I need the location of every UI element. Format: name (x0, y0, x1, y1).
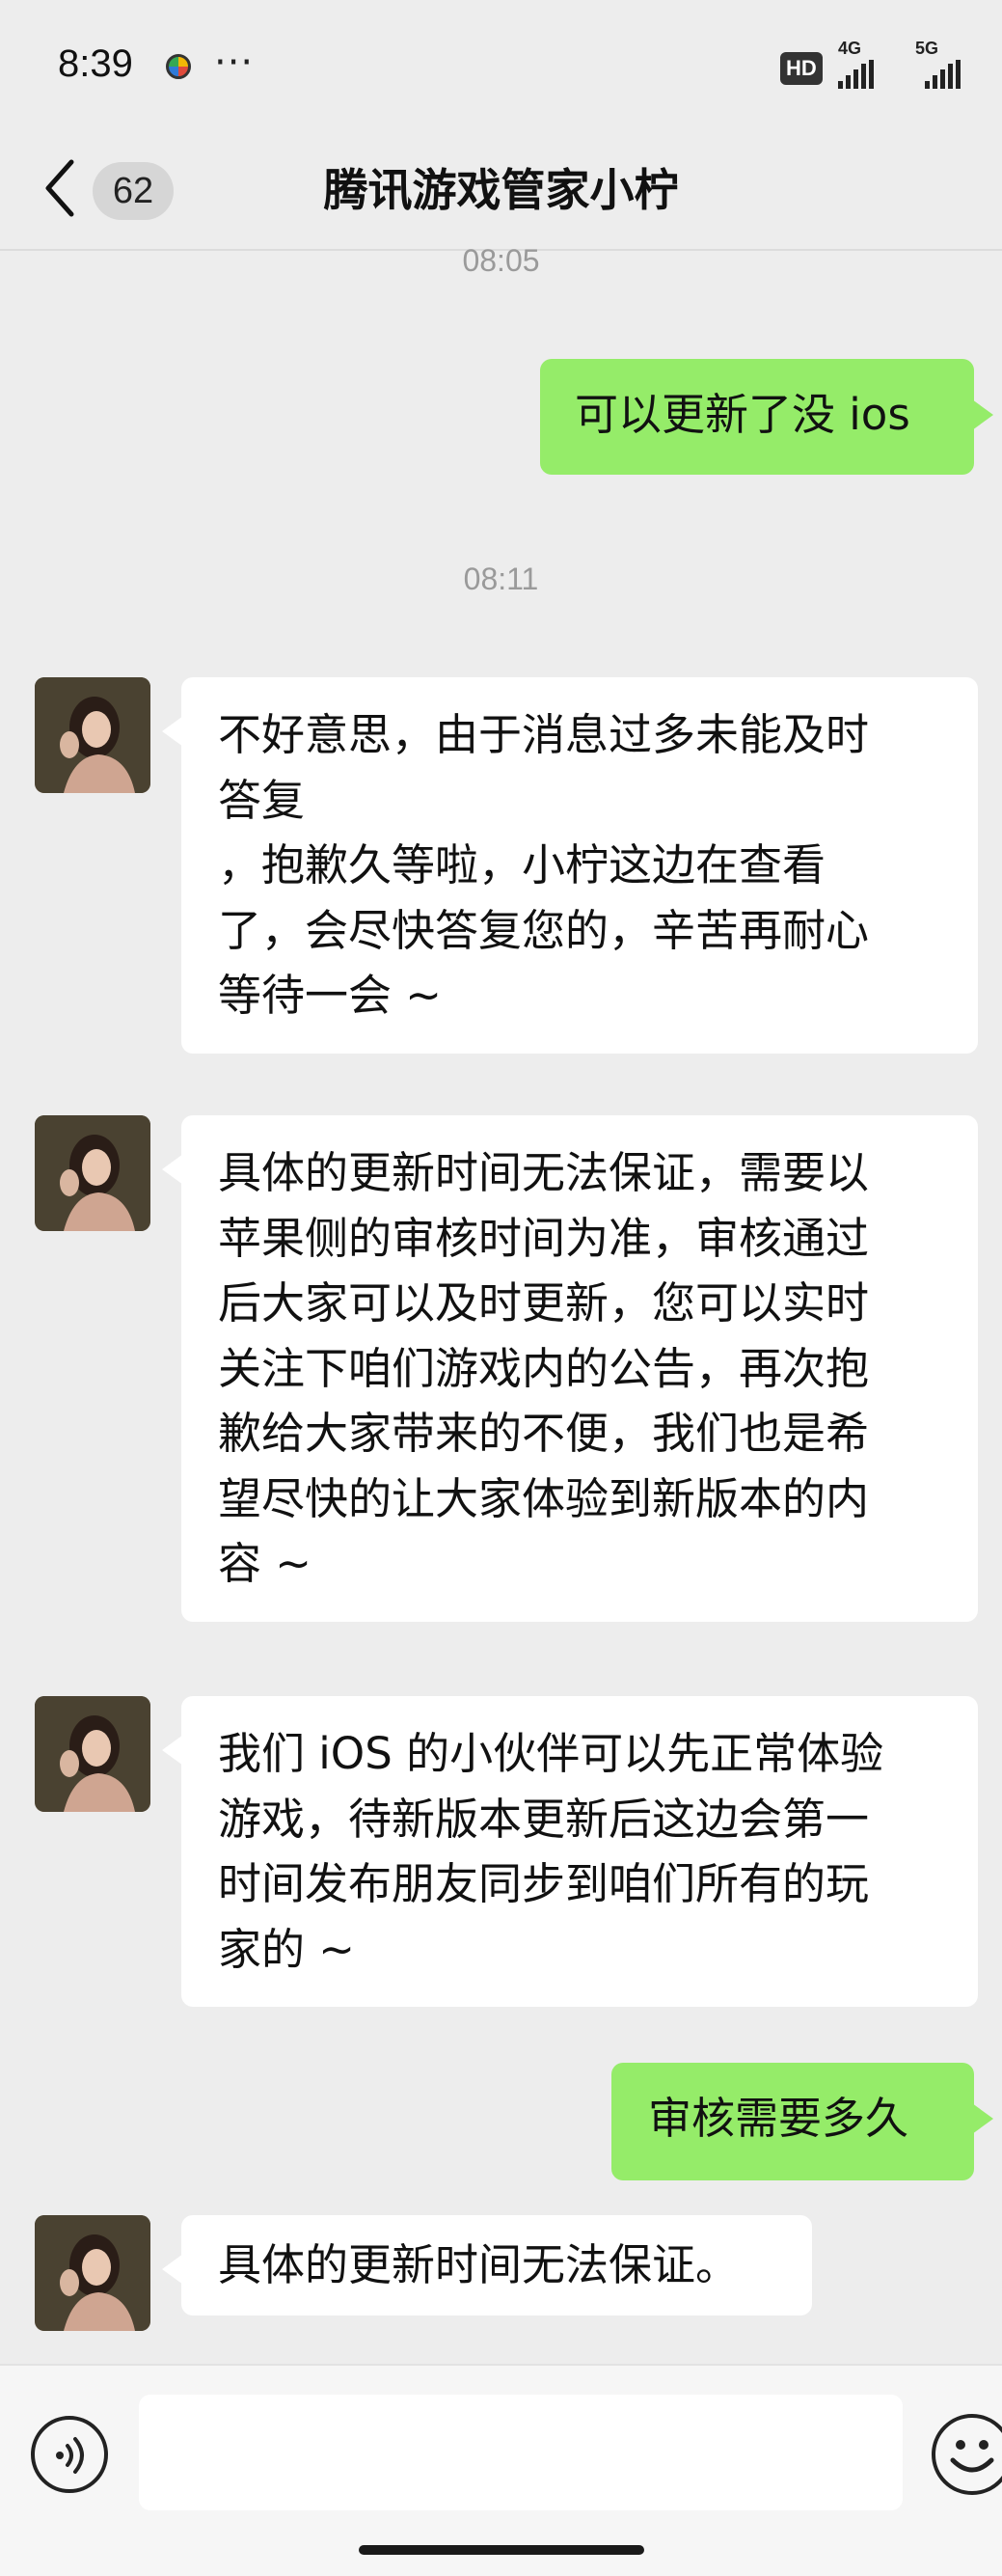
outgoing-message[interactable]: 审核需要多久 (611, 2063, 993, 2180)
message-line: 容 ~ (218, 1538, 312, 1589)
message-line: 后大家可以及时更新，您可以实时 (218, 1277, 870, 1329)
chat-title: 腾讯游戏管家小柠 (323, 164, 679, 216)
avatar-image (35, 1696, 150, 1812)
message-line: 答复 (218, 774, 306, 826)
input-bar (0, 2364, 1002, 2576)
emoji-button[interactable] (932, 2414, 1002, 2495)
incoming-message[interactable]: 具体的更新时间无法保证。 (162, 2215, 812, 2316)
incoming-message[interactable]: 具体的更新时间无法保证，需要以 苹果侧的审核时间为准，审核通过 后大家可以及时更… (162, 1115, 978, 1622)
message-line: 望尽快的让大家体验到新版本的内 (218, 1472, 870, 1524)
avatar[interactable] (35, 1696, 150, 1812)
avatar-image (35, 2215, 150, 2331)
message-line: 具体的更新时间无法保证。 (218, 2239, 740, 2290)
unread-count-badge[interactable]: 62 (93, 162, 174, 220)
voice-button[interactable] (31, 2416, 108, 2493)
status-bar: 8:39 ··· HD 4G 5G (0, 0, 1002, 135)
message-line: 关注下咱们游戏内的公告，再次抱 (218, 1342, 870, 1394)
message-text: 可以更新了没 ios (575, 389, 910, 440)
message-text: 审核需要多久 (648, 2093, 909, 2144)
avatar-image (35, 1115, 150, 1231)
outgoing-message[interactable]: 可以更新了没 ios (540, 359, 993, 475)
message-line: 不好意思，由于消息过多未能及时 (218, 709, 870, 760)
message-line: 等待一会 ~ (218, 970, 443, 1021)
voice-icon (56, 2437, 84, 2474)
signal-icon (838, 60, 874, 89)
message-line: 我们 iOS 的小伙伴可以先正常体验 (218, 1728, 884, 1779)
status-time: 8:39 (58, 42, 133, 85)
status-indicators: HD 4G 5G (780, 39, 1002, 91)
message-line: ，抱歉久等啦，小柠这边在查看 (218, 839, 826, 891)
back-button[interactable] (42, 154, 91, 232)
avatar[interactable] (35, 2215, 150, 2331)
incoming-message[interactable]: 我们 iOS 的小伙伴可以先正常体验 游戏，待新版本更新后这边会第一 时间发布朋… (162, 1696, 978, 2007)
message-line: 时间发布朋友同步到咱们所有的玩 (218, 1858, 870, 1909)
message-line: 具体的更新时间无法保证，需要以 (218, 1147, 870, 1198)
signal-icon-secondary (925, 60, 961, 89)
message-line: 苹果侧的审核时间为准，审核通过 (218, 1212, 870, 1264)
avatar[interactable] (35, 677, 150, 793)
back-chevron-icon (45, 159, 74, 217)
message-input[interactable] (139, 2395, 903, 2510)
more-notifications-icon: ··· (214, 41, 255, 85)
message-line: 家的 ~ (218, 1923, 356, 1975)
incoming-message[interactable]: 不好意思，由于消息过多未能及时 答复 ，抱歉久等啦，小柠这边在查看 了，会尽快答… (162, 677, 978, 1054)
network-4g-label: 4G (838, 39, 862, 58)
message-line: 游戏，待新版本更新后这边会第一 (218, 1793, 870, 1845)
app-notification-icon (166, 54, 191, 79)
message-line: 歉给大家带来的不便，我们也是希 (218, 1408, 870, 1459)
emoji-icon (950, 2440, 994, 2473)
chat-header: 62 腾讯游戏管家小柠 (0, 135, 1002, 251)
timestamp: 08:05 (462, 243, 540, 278)
avatar[interactable] (35, 1115, 150, 1231)
home-indicator[interactable] (359, 2545, 644, 2555)
hd-badge: HD (780, 52, 823, 85)
timestamp: 08:11 (463, 562, 539, 596)
network-5g-label: 5G (915, 39, 939, 58)
message-line: 了，会尽快答复您的，辛苦再耐心 (218, 904, 870, 956)
avatar-image (35, 677, 150, 793)
